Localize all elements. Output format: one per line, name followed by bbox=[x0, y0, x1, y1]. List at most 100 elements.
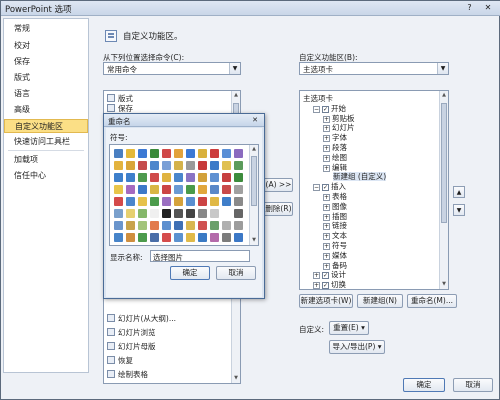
list-item[interactable]: 幻灯片(从大纲)... bbox=[107, 313, 176, 324]
symbol-icon[interactable] bbox=[112, 159, 124, 171]
nav-item[interactable]: 校对 bbox=[4, 39, 88, 53]
symbol-icon[interactable] bbox=[220, 231, 232, 243]
symbol-icon[interactable] bbox=[196, 183, 208, 195]
symbol-icon[interactable] bbox=[184, 171, 196, 183]
symbol-icon[interactable] bbox=[160, 159, 172, 171]
chevron-down-icon[interactable]: ▼ bbox=[437, 63, 448, 74]
symbol-icon[interactable] bbox=[136, 195, 148, 207]
symbol-icon[interactable] bbox=[124, 147, 136, 159]
close-icon[interactable]: ✕ bbox=[479, 2, 497, 14]
dialog-cancel-button[interactable]: 取消 bbox=[216, 266, 256, 280]
scroll-down-icon[interactable]: ▼ bbox=[440, 280, 448, 289]
nav-item[interactable]: 高级 bbox=[4, 103, 88, 117]
nav-item[interactable]: 自定义功能区 bbox=[4, 119, 88, 133]
choose-commands-dropdown[interactable]: 常用命令 ▼ bbox=[103, 62, 241, 75]
symbol-icon[interactable] bbox=[220, 147, 232, 159]
move-up-icon[interactable]: ▲ bbox=[453, 186, 465, 198]
symbol-icon[interactable] bbox=[148, 159, 160, 171]
scroll-up-icon[interactable]: ▲ bbox=[440, 91, 448, 100]
symbol-icon[interactable] bbox=[184, 231, 196, 243]
symbol-icon[interactable] bbox=[184, 159, 196, 171]
symbol-icon[interactable] bbox=[160, 195, 172, 207]
symbol-icon[interactable] bbox=[232, 159, 244, 171]
symbol-icon[interactable] bbox=[184, 207, 196, 219]
chevron-down-icon[interactable]: ▼ bbox=[229, 63, 240, 74]
symbol-icon[interactable] bbox=[232, 231, 244, 243]
nav-item[interactable]: 快速访问工具栏 bbox=[4, 135, 88, 149]
symbol-icon[interactable] bbox=[172, 183, 184, 195]
symbol-icon[interactable] bbox=[172, 159, 184, 171]
symbol-icon[interactable] bbox=[232, 171, 244, 183]
symbol-icon[interactable] bbox=[208, 231, 220, 243]
symbol-icon[interactable] bbox=[184, 147, 196, 159]
symbol-icon[interactable] bbox=[136, 171, 148, 183]
new-tab-button[interactable]: 新建选项卡(W) bbox=[299, 294, 353, 308]
symbol-icon[interactable] bbox=[148, 171, 160, 183]
symbol-icon[interactable] bbox=[160, 183, 172, 195]
symbol-icon[interactable] bbox=[196, 219, 208, 231]
symbol-icon[interactable] bbox=[124, 207, 136, 219]
tree-scrollbar[interactable]: ▲ ▼ bbox=[439, 91, 448, 289]
list-item[interactable]: 幻灯片母版 bbox=[107, 341, 156, 352]
symbol-icon[interactable] bbox=[172, 147, 184, 159]
new-group-button[interactable]: 新建组(N) bbox=[357, 294, 403, 308]
nav-item[interactable]: 信任中心 bbox=[4, 169, 88, 183]
question-icon[interactable]: ? bbox=[464, 2, 475, 13]
symbol-icon[interactable] bbox=[220, 183, 232, 195]
symbol-icon[interactable] bbox=[124, 183, 136, 195]
symbol-icon[interactable] bbox=[196, 147, 208, 159]
symbol-icon[interactable] bbox=[124, 159, 136, 171]
symbol-icon[interactable] bbox=[208, 219, 220, 231]
nav-item[interactable]: 加载项 bbox=[4, 153, 88, 167]
symbol-scrollbar[interactable]: ▲ ▼ bbox=[249, 145, 258, 245]
symbol-icon[interactable] bbox=[112, 147, 124, 159]
symbol-icon[interactable] bbox=[208, 195, 220, 207]
ok-button[interactable]: 确定 bbox=[403, 378, 445, 392]
symbol-icon[interactable] bbox=[136, 183, 148, 195]
dialog-ok-button[interactable]: 确定 bbox=[170, 266, 210, 280]
symbol-icon[interactable] bbox=[148, 195, 160, 207]
ribbon-tree[interactable]: 主选项卡 − ✓ 开始 + 剪贴板 + 幻灯片 + 字体 + 段落 + 绘图 + 编辑 新建组 (自定义) − ✓ 插… bbox=[299, 90, 449, 290]
symbol-icon[interactable] bbox=[148, 219, 160, 231]
symbol-icon[interactable] bbox=[124, 171, 136, 183]
symbol-icon[interactable] bbox=[184, 195, 196, 207]
symbol-icon[interactable] bbox=[172, 219, 184, 231]
symbol-icon[interactable] bbox=[184, 183, 196, 195]
symbol-icon[interactable] bbox=[112, 207, 124, 219]
scroll-up-icon[interactable]: ▲ bbox=[250, 145, 258, 154]
symbol-icon[interactable] bbox=[112, 231, 124, 243]
symbol-icon[interactable] bbox=[220, 219, 232, 231]
symbol-icon[interactable] bbox=[196, 195, 208, 207]
symbol-icon[interactable] bbox=[184, 219, 196, 231]
scroll-thumb[interactable] bbox=[251, 156, 257, 206]
scroll-down-icon[interactable]: ▼ bbox=[250, 236, 258, 245]
list-item[interactable]: 幻灯片浏览 bbox=[107, 327, 156, 338]
symbol-icon[interactable] bbox=[112, 219, 124, 231]
cancel-button[interactable]: 取消 bbox=[453, 378, 493, 392]
tab-checkbox[interactable]: ✓ bbox=[322, 282, 329, 289]
symbol-icon[interactable] bbox=[232, 219, 244, 231]
customize-ribbon-dropdown[interactable]: 主选项卡 ▼ bbox=[299, 62, 449, 75]
symbol-icon[interactable] bbox=[172, 195, 184, 207]
symbol-icon[interactable] bbox=[220, 195, 232, 207]
collapse-icon[interactable]: − bbox=[313, 105, 320, 113]
reset-button[interactable]: 重置(E) ▾ bbox=[329, 321, 369, 335]
symbol-icon[interactable] bbox=[208, 147, 220, 159]
symbol-icon[interactable] bbox=[160, 231, 172, 243]
close-icon[interactable]: ✕ bbox=[249, 115, 261, 125]
symbol-icon[interactable] bbox=[208, 171, 220, 183]
symbol-icon[interactable] bbox=[136, 147, 148, 159]
symbol-icon[interactable] bbox=[232, 183, 244, 195]
symbol-icon[interactable] bbox=[232, 195, 244, 207]
symbol-icon[interactable] bbox=[220, 171, 232, 183]
symbol-icon[interactable] bbox=[196, 207, 208, 219]
collapse-icon[interactable]: − bbox=[313, 184, 320, 192]
symbol-icon[interactable] bbox=[220, 159, 232, 171]
symbol-icon[interactable] bbox=[208, 207, 220, 219]
symbol-icon[interactable] bbox=[160, 207, 172, 219]
tree-item[interactable]: + ✓ 切换 bbox=[313, 279, 346, 289]
rename-button[interactable]: 重命名(M)... bbox=[407, 294, 457, 308]
symbol-icon[interactable] bbox=[232, 147, 244, 159]
symbol-icon[interactable] bbox=[196, 159, 208, 171]
nav-item[interactable]: 版式 bbox=[4, 71, 88, 85]
